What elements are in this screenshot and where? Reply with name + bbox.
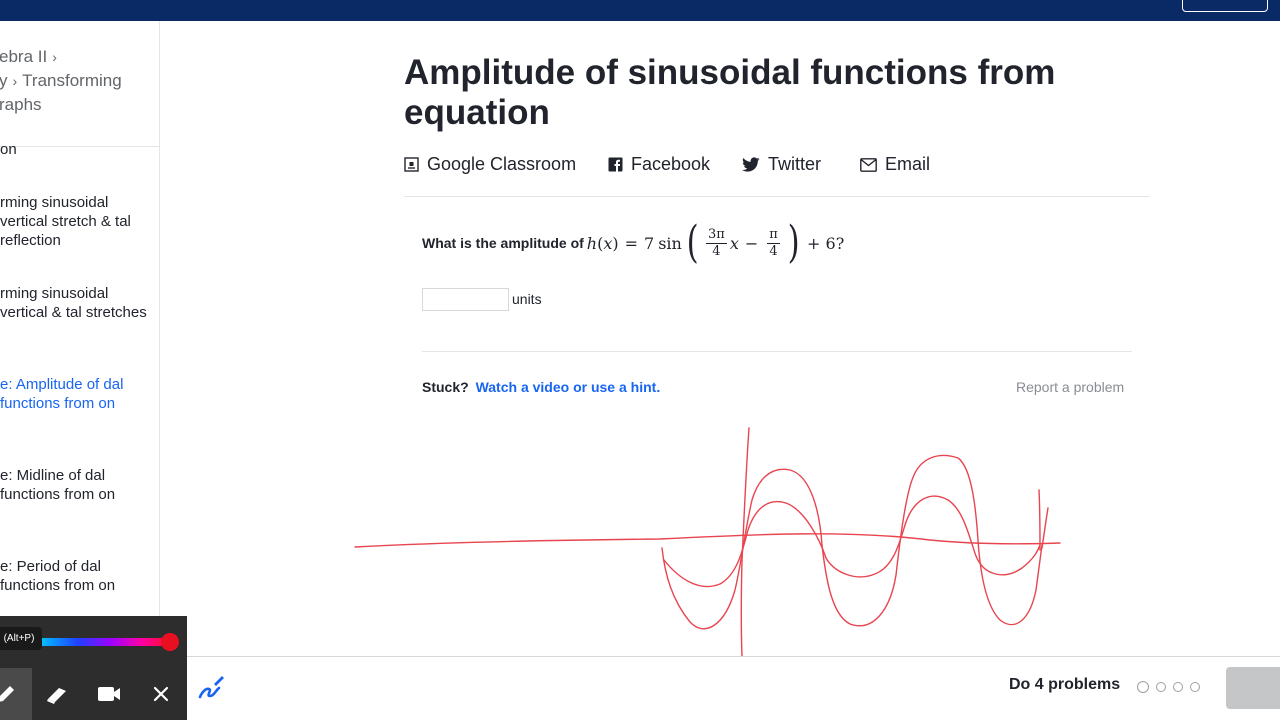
sidebar-item[interactable]: on	[0, 140, 158, 159]
progress-dot	[1173, 682, 1183, 692]
share-google-classroom[interactable]: Google Classroom	[404, 154, 576, 175]
hint-link[interactable]: Watch a video or use a hint.	[476, 379, 661, 395]
share-label: Twitter	[768, 154, 822, 174]
sidebar-item[interactable]: rming sinusoidal vertical stretch & tal …	[0, 193, 158, 250]
math-expression: h(x) = 7 sin ( 3π 4 x − π 4 ) + 6?	[586, 217, 845, 268]
progress-dot	[1137, 681, 1149, 693]
page-title: Amplitude of sinusoidal functions from e…	[404, 53, 1056, 132]
math-fraction: 3π 4	[706, 227, 727, 260]
breadcrumb-link[interactable]: ebra II	[0, 47, 47, 66]
question-text: What is the amplitude of h(x) = 7 sin ( …	[422, 218, 844, 268]
sidebar-item[interactable]: rming sinusoidal vertical & tal stretche…	[0, 284, 158, 322]
ink-stroke	[663, 495, 1041, 588]
email-icon	[860, 157, 877, 172]
sidebar: ebra II› y›Transforming raphs on rming s…	[0, 21, 160, 661]
math-trig: sin	[658, 233, 682, 253]
eraser-tool-button[interactable]	[31, 668, 83, 720]
sidebar-item[interactable]: e: Midline of dal functions from on	[0, 466, 158, 504]
question-label: What is the amplitude of	[422, 235, 584, 251]
divider	[404, 196, 1150, 197]
fraction-denominator: 4	[769, 243, 778, 259]
ink-stroke	[1041, 507, 1049, 549]
twitter-icon	[742, 157, 760, 172]
ink-stroke	[740, 427, 750, 657]
math-tail: + 6?	[807, 233, 845, 253]
pen-icon	[0, 686, 14, 702]
share-label: Google Classroom	[427, 154, 577, 174]
color-slider-thumb[interactable]	[161, 633, 179, 651]
classroom-icon	[404, 157, 419, 172]
breadcrumb-link[interactable]: Transforming	[22, 71, 122, 90]
math-paren: (	[686, 217, 699, 268]
camera-icon	[98, 687, 120, 701]
facebook-icon	[608, 157, 623, 172]
math-paren: )	[787, 217, 800, 268]
eraser-icon	[47, 688, 66, 704]
math-var: x	[729, 233, 739, 253]
do-problems-label: Do 4 problems	[1009, 676, 1121, 693]
breadcrumb: ebra II› y›Transforming raphs	[0, 45, 159, 117]
share-label: Email	[885, 154, 931, 174]
annotate-pen-icon[interactable]	[196, 672, 226, 702]
camera-tool-button[interactable]	[83, 668, 135, 720]
topbar-button[interactable]	[1182, 0, 1268, 12]
math-coef: 7	[644, 233, 655, 253]
ink-stroke	[1038, 489, 1041, 551]
fraction-denominator: 4	[712, 243, 721, 259]
stuck-label: Stuck?	[422, 379, 469, 395]
shortcut-tooltip: (Alt+P)	[0, 627, 42, 650]
top-navigation-bar	[0, 0, 1280, 21]
progress-dot	[1190, 682, 1200, 692]
report-problem-link[interactable]: Report a problem	[1016, 379, 1124, 395]
fraction-numerator: 3π	[706, 226, 727, 244]
pen-tool-button[interactable]	[0, 668, 32, 720]
share-twitter[interactable]: Twitter	[742, 154, 821, 175]
share-facebook[interactable]: Facebook	[608, 154, 710, 175]
ink-stroke	[661, 454, 1043, 630]
math-fraction: π 4	[767, 227, 780, 260]
answer-input[interactable]	[422, 288, 509, 311]
breadcrumb-link[interactable]: raphs	[0, 95, 42, 114]
sidebar-item-active[interactable]: e: Amplitude of dal functions from on	[0, 375, 158, 413]
check-answer-button[interactable]	[1226, 667, 1280, 709]
chevron-right-icon: ›	[52, 49, 57, 65]
divider	[422, 351, 1132, 352]
math-func: h	[586, 233, 598, 253]
close-icon	[153, 686, 169, 702]
sidebar-item[interactable]: e: Period of dal functions from on	[0, 557, 158, 595]
chevron-right-icon: ›	[12, 73, 18, 89]
stuck-prompt: Stuck? Watch a video or use a hint.	[422, 379, 660, 395]
color-slider[interactable]	[38, 638, 172, 646]
math-var: x	[603, 233, 613, 253]
share-email[interactable]: Email	[860, 154, 930, 175]
ink-stroke	[354, 533, 1061, 548]
close-tool-button[interactable]	[135, 668, 187, 720]
share-label: Facebook	[631, 154, 711, 174]
breadcrumb-link[interactable]: y	[0, 71, 8, 90]
fraction-numerator: π	[767, 226, 780, 244]
units-label: units	[512, 291, 542, 307]
progress-dot	[1156, 682, 1166, 692]
